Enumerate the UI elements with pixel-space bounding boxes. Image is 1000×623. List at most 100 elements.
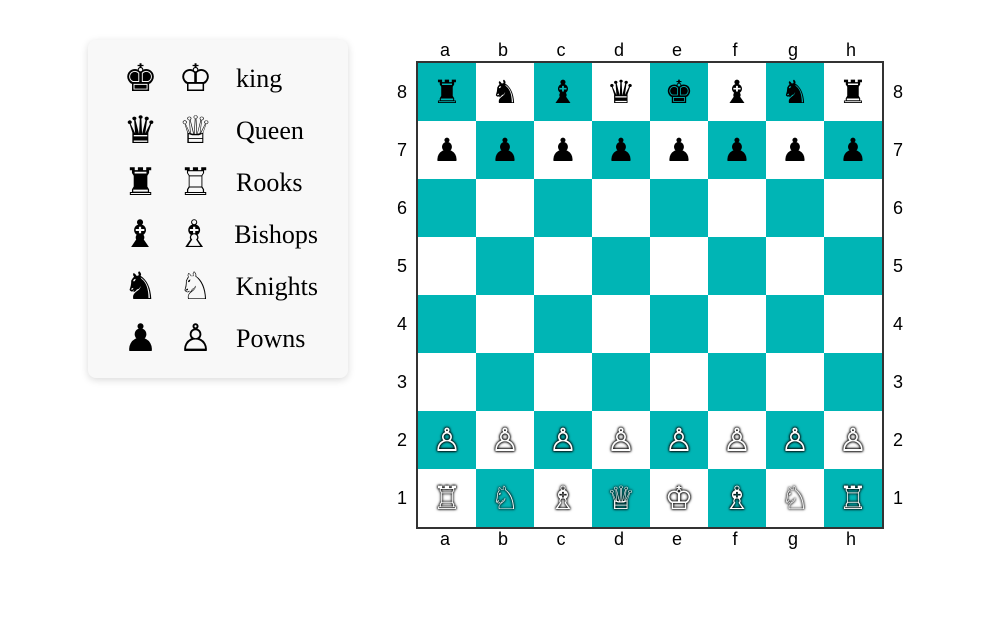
- cell-b2: ♙: [476, 411, 534, 469]
- cell-h6: [824, 179, 882, 237]
- col-label-h: h: [822, 40, 880, 61]
- cell-a6: [418, 179, 476, 237]
- knight-label: Knights: [236, 272, 318, 302]
- piece-black-8-5: ♝: [723, 76, 752, 108]
- col-label-a: a: [416, 40, 474, 61]
- cell-c1: ♗: [534, 469, 592, 527]
- piece-black-7-7: ♟: [839, 134, 868, 166]
- rook-label: Rooks: [236, 168, 302, 198]
- cell-c2: ♙: [534, 411, 592, 469]
- cell-a2: ♙: [418, 411, 476, 469]
- col-label-g: g: [764, 529, 822, 550]
- col-label-f: f: [706, 40, 764, 61]
- piece-black-7-3: ♟: [607, 134, 636, 166]
- piece-white-2-6: ♙: [781, 424, 810, 456]
- cell-e7: ♟: [650, 121, 708, 179]
- rank-label-7: 7: [388, 121, 416, 179]
- piece-white-1-4: ♔: [665, 482, 694, 514]
- cell-b6: [476, 179, 534, 237]
- rank-label-4: 4: [884, 295, 912, 353]
- cell-a7: ♟: [418, 121, 476, 179]
- cell-d7: ♟: [592, 121, 650, 179]
- cell-f8: ♝: [708, 63, 766, 121]
- piece-black-7-1: ♟: [491, 134, 520, 166]
- cell-e4: [650, 295, 708, 353]
- piece-black-8-6: ♞: [781, 76, 810, 108]
- piece-white-1-2: ♗: [549, 482, 578, 514]
- cell-h3: [824, 353, 882, 411]
- board-wrapper: abcdefgh 87654321 ♜♞♝♛♚♝♞♜♟♟♟♟♟♟♟♟♙♙♙♙♙♙…: [388, 40, 912, 550]
- cell-a8: ♜: [418, 63, 476, 121]
- cell-h8: ♜: [824, 63, 882, 121]
- cell-f7: ♟: [708, 121, 766, 179]
- rank-label-6: 6: [388, 179, 416, 237]
- cell-g8: ♞: [766, 63, 824, 121]
- legend-card: ♚♔king♛♕Queen♜♖Rooks♝♗Bishops♞♘Knights♟♙…: [88, 40, 348, 378]
- piece-white-1-3: ♕: [607, 482, 636, 514]
- queen-black-icon: ♛: [118, 112, 163, 150]
- piece-white-2-0: ♙: [433, 424, 462, 456]
- king-label: king: [236, 64, 282, 94]
- piece-white-1-6: ♘: [781, 482, 810, 514]
- cell-e6: [650, 179, 708, 237]
- pawn-label: Powns: [236, 324, 305, 354]
- rank-label-8: 8: [884, 63, 912, 121]
- col-label-f: f: [706, 529, 764, 550]
- cell-c7: ♟: [534, 121, 592, 179]
- cell-h2: ♙: [824, 411, 882, 469]
- piece-white-1-5: ♗: [723, 482, 752, 514]
- cell-e8: ♚: [650, 63, 708, 121]
- rank-label-8: 8: [388, 63, 416, 121]
- cell-b7: ♟: [476, 121, 534, 179]
- cell-c8: ♝: [534, 63, 592, 121]
- cell-d4: [592, 295, 650, 353]
- rank-label-5: 5: [884, 237, 912, 295]
- knight-white-icon: ♘: [173, 268, 218, 306]
- cell-e2: ♙: [650, 411, 708, 469]
- cell-f4: [708, 295, 766, 353]
- cell-g2: ♙: [766, 411, 824, 469]
- col-label-c: c: [532, 529, 590, 550]
- queen-label: Queen: [236, 116, 304, 146]
- rank-label-7: 7: [884, 121, 912, 179]
- col-label-e: e: [648, 40, 706, 61]
- piece-black-8-4: ♚: [665, 76, 694, 108]
- cell-b5: [476, 237, 534, 295]
- piece-black-7-2: ♟: [549, 134, 578, 166]
- legend-row-king: ♚♔king: [118, 60, 318, 98]
- piece-black-8-0: ♜: [433, 76, 462, 108]
- board-with-ranks: 87654321 ♜♞♝♛♚♝♞♜♟♟♟♟♟♟♟♟♙♙♙♙♙♙♙♙♖♘♗♕♔♗♘…: [388, 61, 912, 529]
- piece-black-7-4: ♟: [665, 134, 694, 166]
- rank-labels-right: 87654321: [884, 63, 912, 527]
- cell-g3: [766, 353, 824, 411]
- col-label-g: g: [764, 40, 822, 61]
- cell-c5: [534, 237, 592, 295]
- legend-row-queen: ♛♕Queen: [118, 112, 318, 150]
- bishop-black-icon: ♝: [118, 216, 162, 254]
- piece-black-8-2: ♝: [549, 76, 578, 108]
- rank-label-5: 5: [388, 237, 416, 295]
- col-label-e: e: [648, 529, 706, 550]
- cell-a1: ♖: [418, 469, 476, 527]
- cell-d3: [592, 353, 650, 411]
- cell-h7: ♟: [824, 121, 882, 179]
- piece-white-2-5: ♙: [723, 424, 752, 456]
- piece-black-8-1: ♞: [491, 76, 520, 108]
- cell-b8: ♞: [476, 63, 534, 121]
- cell-h4: [824, 295, 882, 353]
- main-content: ♚♔king♛♕Queen♜♖Rooks♝♗Bishops♞♘Knights♟♙…: [88, 40, 912, 550]
- king-black-icon: ♚: [118, 60, 163, 98]
- col-label-d: d: [590, 40, 648, 61]
- col-labels-bottom: abcdefgh: [416, 529, 912, 550]
- cell-e5: [650, 237, 708, 295]
- piece-white-2-3: ♙: [607, 424, 636, 456]
- legend-row-pawn: ♟♙Powns: [118, 320, 318, 358]
- cell-c4: [534, 295, 592, 353]
- cell-h1: ♖: [824, 469, 882, 527]
- cell-b4: [476, 295, 534, 353]
- rank-label-1: 1: [884, 469, 912, 527]
- cell-g7: ♟: [766, 121, 824, 179]
- bishop-white-icon: ♗: [172, 216, 216, 254]
- col-label-b: b: [474, 529, 532, 550]
- board-container: abcdefgh 87654321 ♜♞♝♛♚♝♞♜♟♟♟♟♟♟♟♟♙♙♙♙♙♙…: [388, 40, 912, 550]
